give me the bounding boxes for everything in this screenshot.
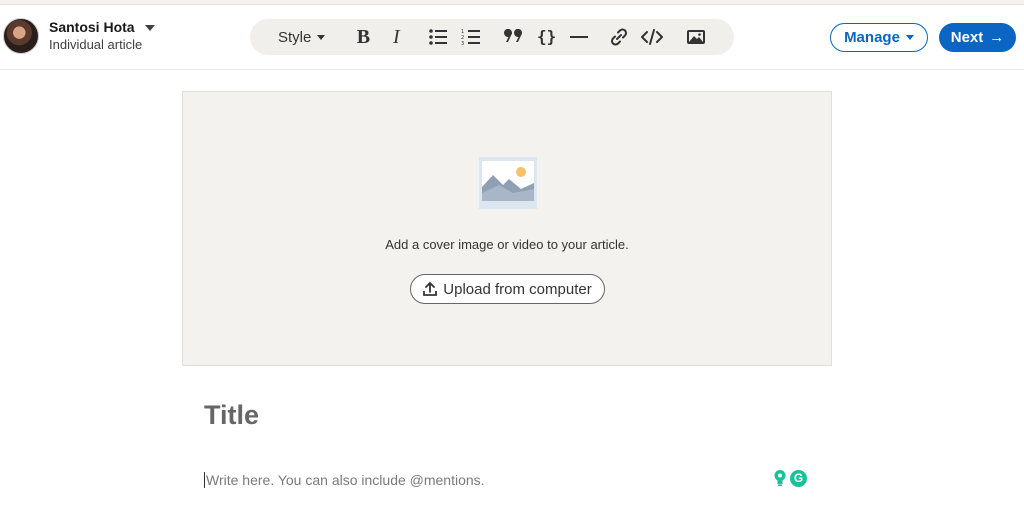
next-label: Next — [950, 29, 984, 46]
grammarly-widget: G — [773, 469, 807, 487]
style-dropdown[interactable]: Style — [278, 28, 326, 46]
title-field[interactable]: Title — [204, 400, 259, 431]
link-button[interactable] — [607, 25, 631, 49]
cover-image-area[interactable]: Add a cover image or video to your artic… — [182, 91, 832, 366]
lightbulb-icon[interactable] — [773, 469, 787, 487]
upload-from-computer-button[interactable]: Upload from computer — [410, 274, 605, 304]
divider-button[interactable] — [567, 25, 591, 49]
window-top-strip — [0, 0, 1024, 5]
caret-down-icon[interactable] — [144, 24, 155, 31]
next-button[interactable]: Next → — [939, 23, 1016, 52]
code-embed-icon — [641, 29, 664, 45]
avatar — [3, 18, 39, 54]
author-name-row: Santosi Hota — [49, 19, 155, 36]
embed-code-button[interactable] — [640, 25, 664, 49]
author-subtitle: Individual article — [49, 37, 143, 52]
image-icon — [687, 30, 706, 44]
upload-label: Upload from computer — [443, 280, 592, 298]
manage-label: Manage — [844, 29, 900, 46]
numbered-list-button[interactable]: 1 2 3 — [459, 25, 483, 49]
bold-icon: B — [356, 25, 371, 48]
bulleted-list-button[interactable] — [426, 25, 450, 49]
bold-button[interactable]: B — [351, 25, 375, 49]
caret-down-icon — [317, 34, 326, 40]
svg-text:{}: {} — [537, 28, 556, 46]
quote-button[interactable] — [501, 25, 525, 49]
cover-prompt: Add a cover image or video to your artic… — [385, 237, 629, 252]
numbered-list-icon: 1 2 3 — [461, 29, 481, 46]
code-block-button[interactable]: {} — [534, 25, 558, 49]
italic-icon: I — [393, 25, 400, 48]
divider-icon — [570, 36, 589, 38]
svg-text:3: 3 — [461, 41, 464, 46]
link-icon — [611, 28, 628, 46]
bulleted-list-icon — [429, 29, 448, 45]
formatting-toolbar: Style B I 1 2 3 {} — [250, 19, 734, 55]
style-label: Style — [278, 28, 312, 46]
manage-button[interactable]: Manage — [830, 23, 928, 52]
insert-image-button[interactable] — [684, 25, 708, 49]
italic-button[interactable]: I — [384, 25, 408, 49]
author-name: Santosi Hota — [49, 19, 135, 35]
editor-header: Santosi Hota Individual article Style B … — [0, 0, 1024, 70]
arrow-right-icon: → — [989, 29, 1005, 46]
upload-icon — [423, 282, 438, 296]
article-body-field[interactable]: Write here. You can also include @mentio… — [204, 472, 485, 488]
grammarly-icon[interactable]: G — [790, 469, 807, 487]
quote-icon — [504, 29, 523, 42]
caret-down-icon — [905, 35, 914, 40]
code-braces-icon: {} — [537, 28, 556, 46]
author-selector[interactable]: Santosi Hota Individual article — [3, 18, 155, 54]
author-info: Santosi Hota Individual article — [49, 19, 155, 53]
landscape-image-icon — [479, 157, 537, 209]
